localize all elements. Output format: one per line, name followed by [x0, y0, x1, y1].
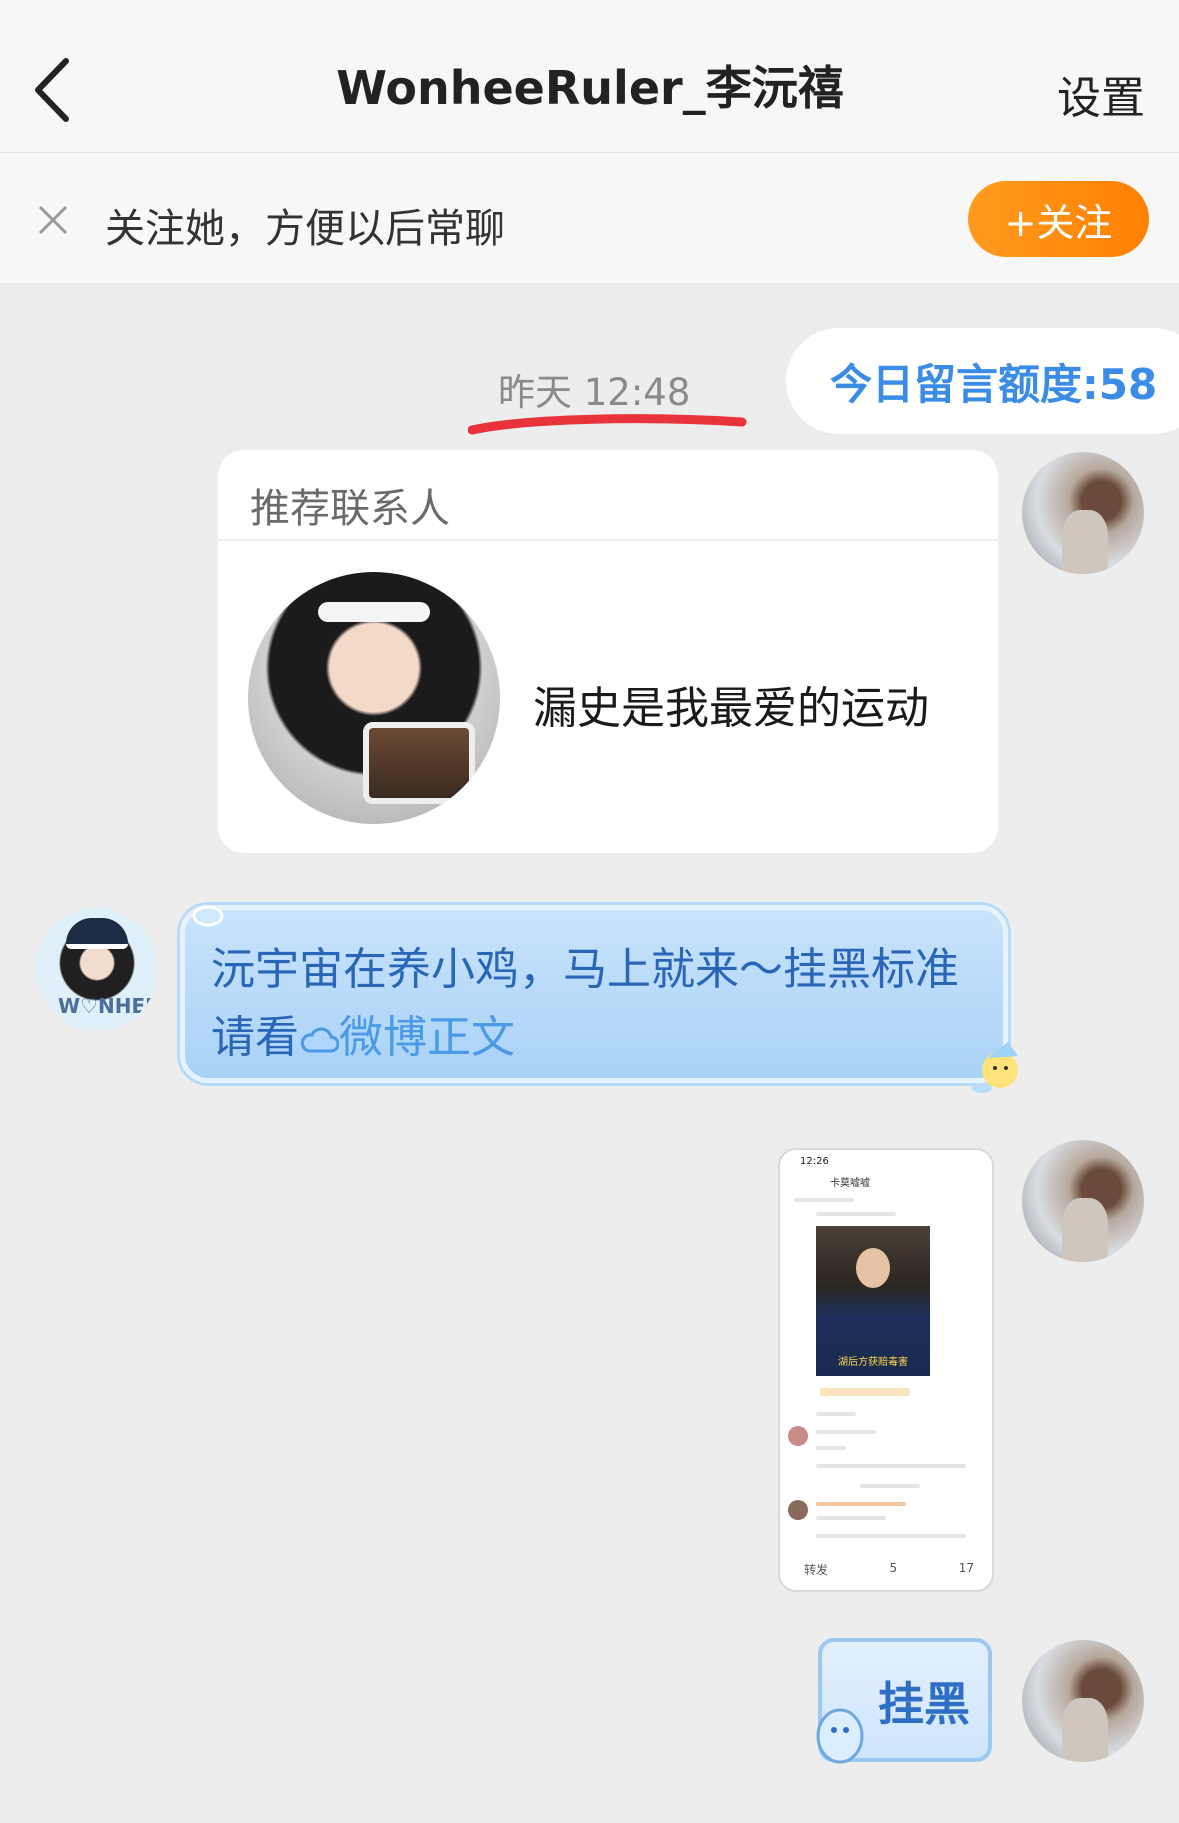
screenshot-comments: 5: [889, 1561, 898, 1575]
red-underline-annotation: [468, 414, 747, 435]
close-icon: [38, 205, 68, 235]
screenshot-username: 卡莫嘘嘘: [830, 1178, 870, 1189]
screenshot-action-bar: 转发 5 17: [804, 1561, 974, 1578]
my-avatar[interactable]: [1022, 452, 1144, 574]
cloud-icon: [300, 1027, 339, 1053]
follow-prompt-bar: 关注她，方便以后常聊 +关注: [0, 153, 1179, 283]
quota-text: 今日留言额度:58: [830, 359, 1158, 409]
chat-title: WonheeRuler_李沅禧: [336, 61, 844, 115]
screenshot-photo-caption: 湖后方获赔毒害: [838, 1357, 908, 1368]
card-title: 推荐联系人: [250, 486, 450, 532]
chat-header: WonheeRuler_李沅禧 设置: [0, 0, 1179, 153]
settings-button[interactable]: 设置: [1057, 62, 1145, 126]
screenshot-photo: 湖后方获赔毒害: [816, 1226, 930, 1376]
penguin-sticker-icon: [816, 1708, 864, 1764]
follow-button[interactable]: +关注: [968, 181, 1149, 257]
contact-avatar-small[interactable]: W♡NHEE: [36, 908, 158, 1030]
message-quota-badge: 今日留言额度:58: [786, 328, 1179, 434]
weibo-link-text: 微博正文: [339, 1012, 515, 1063]
follow-prompt-text: 关注她，方便以后常聊: [105, 206, 505, 252]
image-message[interactable]: 12:26 卡莫嘘嘘 湖后方获赔毒害 转发 5 17: [778, 1148, 994, 1592]
contact-bio: 漏史是我最爱的运动: [533, 683, 929, 734]
my-avatar[interactable]: [1022, 1140, 1144, 1262]
screenshot-status-time: 12:26: [800, 1156, 829, 1167]
chick-sticker-icon: [972, 1042, 1018, 1093]
incoming-message-bubble[interactable]: 沅宇宙在养小鸡，马上就来～挂黑标准请看 微博正文: [180, 905, 1008, 1083]
sticker-label: 挂黑: [878, 1677, 970, 1731]
back-button[interactable]: [30, 55, 80, 125]
sticker-message[interactable]: 挂黑: [808, 1628, 996, 1768]
card-divider: [218, 539, 998, 541]
screenshot-likes: 17: [958, 1561, 974, 1575]
screenshot-repost: 转发: [804, 1563, 829, 1577]
chevron-left-icon: [35, 58, 69, 122]
close-button[interactable]: [36, 203, 70, 237]
weibo-link[interactable]: 微博正文: [299, 1012, 515, 1063]
bubble-decoration-icon: [192, 905, 224, 927]
recommended-contact-card[interactable]: 推荐联系人 漏史是我最爱的运动: [218, 450, 998, 853]
message-text: 沅宇宙在养小鸡，马上就来～挂黑标准请看 微博正文: [211, 936, 991, 1072]
contact-avatar[interactable]: [248, 572, 500, 824]
my-avatar[interactable]: [1022, 1640, 1144, 1762]
